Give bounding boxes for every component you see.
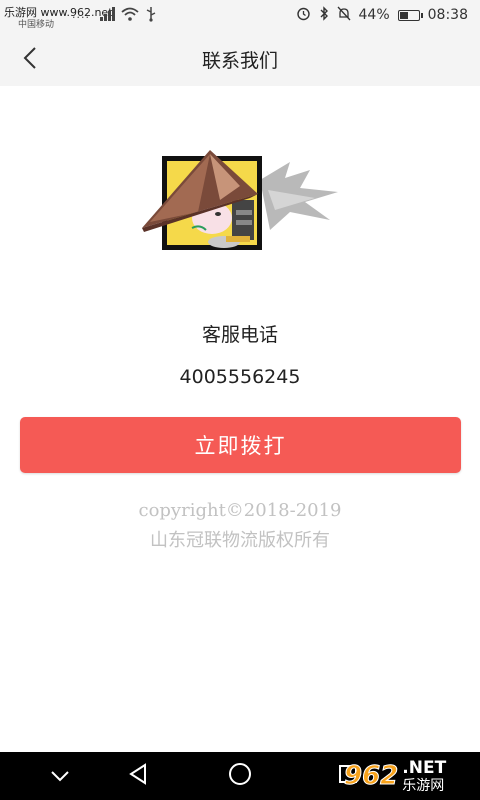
chevron-down-icon bbox=[50, 767, 70, 786]
battery-level-fill bbox=[399, 11, 409, 19]
signal-icon bbox=[100, 6, 116, 25]
alarm-icon bbox=[296, 6, 311, 25]
nav-back-button[interactable] bbox=[108, 752, 168, 800]
watermark-net: .NET bbox=[402, 757, 447, 778]
status-bar: 乐游网 www.962.net 中国移动 .... 44% 08:38 bbox=[0, 0, 480, 32]
bluetooth-icon bbox=[319, 5, 329, 25]
watermark-cn: 乐游网 bbox=[402, 777, 445, 794]
copyright-notice: copyright©2018-2019 山东冠联物流版权所有 bbox=[0, 496, 480, 556]
hotline-number: 4005556245 bbox=[179, 366, 301, 388]
page-title: 联系我们 bbox=[201, 50, 278, 72]
company-logo bbox=[140, 150, 340, 254]
usb-icon bbox=[145, 6, 157, 26]
mute-icon bbox=[337, 6, 351, 25]
battery-icon bbox=[397, 9, 423, 21]
back-triangle-icon bbox=[128, 763, 148, 789]
wifi-icon bbox=[121, 6, 139, 25]
copyright-line-1: copyright©2018-2019 bbox=[138, 500, 342, 521]
copyright-line-2: 山东冠联物流版权所有 bbox=[150, 530, 330, 551]
hotline-label: 客服电话 bbox=[201, 324, 278, 346]
carrier-label: 中国移动 bbox=[18, 20, 55, 30]
notification-dots: .... bbox=[72, 8, 90, 21]
battery-percent: 44% bbox=[358, 7, 390, 23]
nav-home-button[interactable] bbox=[210, 752, 270, 800]
hide-nav-button[interactable] bbox=[30, 752, 90, 800]
clock: 08:38 bbox=[427, 7, 468, 23]
home-circle-icon bbox=[228, 762, 252, 790]
app-header: 联系我们 bbox=[0, 32, 480, 86]
status-right-group: 44% 08:38 bbox=[296, 5, 468, 25]
watermark-badge: 962 .NET 乐游网 bbox=[343, 755, 474, 797]
watermark-number: 962 bbox=[343, 761, 399, 792]
call-now-button[interactable]: 立即拨打 bbox=[20, 417, 461, 473]
